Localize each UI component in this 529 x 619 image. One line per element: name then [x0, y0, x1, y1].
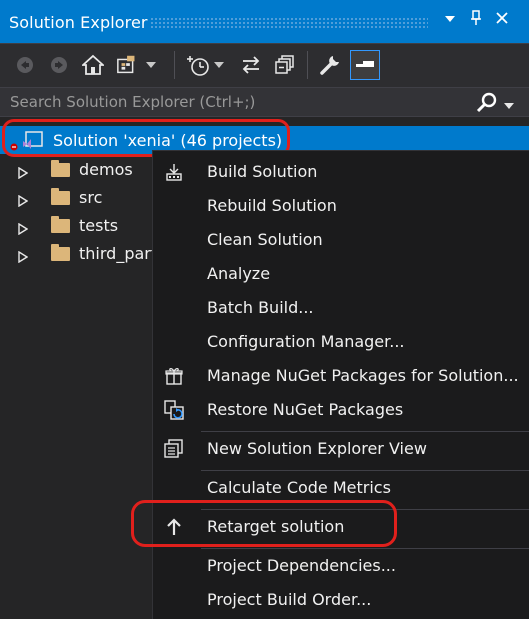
history-icon[interactable]	[186, 53, 210, 77]
menu-item-label: Calculate Code Metrics	[207, 478, 391, 497]
toolbar-separator	[174, 51, 175, 79]
menu-item-batch-build[interactable]: Batch Build...	[153, 292, 529, 324]
folder-icon	[51, 216, 70, 233]
menu-item-label: Build Solution	[207, 162, 318, 181]
search-options-dropdown-icon[interactable]	[503, 96, 517, 109]
menu-item-build-solution[interactable]: Build Solution	[153, 156, 529, 188]
menu-item-project-dependencies[interactable]: Project Dependencies...	[153, 550, 529, 582]
menu-item-analyze[interactable]: Analyze	[153, 258, 529, 290]
new-view-icon	[163, 438, 185, 460]
back-icon[interactable]	[13, 53, 37, 77]
up-arrow-icon	[163, 516, 185, 538]
build-icon	[163, 161, 185, 183]
folder-icon	[51, 160, 70, 177]
home-icon[interactable]	[81, 53, 105, 77]
tree-folder-label: demos	[79, 160, 133, 179]
collapse-indicator-icon[interactable]	[10, 136, 18, 151]
menu-item-manage-nuget[interactable]: Manage NuGet Packages for Solution...	[153, 360, 529, 392]
tree-folder-tests[interactable]: tests	[0, 212, 160, 240]
window-title: Solution Explorer	[9, 13, 148, 32]
forward-icon[interactable]	[47, 53, 71, 77]
nuget-gift-icon	[163, 365, 185, 387]
solution-explorer-toolbar	[0, 44, 529, 87]
folder-icon	[51, 188, 70, 205]
menu-item-rebuild-solution[interactable]: Rebuild Solution	[153, 190, 529, 222]
expand-arrow-icon[interactable]	[18, 248, 29, 267]
tree-folder-label: tests	[79, 216, 119, 235]
pin-icon[interactable]	[466, 10, 486, 32]
expand-arrow-icon[interactable]	[18, 164, 29, 183]
history-dropdown-icon[interactable]	[212, 53, 226, 77]
preview-icon[interactable]	[350, 50, 380, 80]
window-title-bar: Solution Explorer	[0, 0, 529, 44]
dropdown-arrow-icon[interactable]	[440, 10, 460, 32]
expand-arrow-icon[interactable]	[18, 192, 29, 211]
solution-icon	[21, 129, 43, 151]
menu-item-label: Manage NuGet Packages for Solution...	[207, 366, 519, 385]
menu-item-label: Project Dependencies...	[207, 556, 396, 575]
title-grip[interactable]	[150, 17, 428, 28]
sync-icon[interactable]	[239, 53, 263, 77]
menu-item-retarget-solution[interactable]: Retarget solution	[153, 511, 529, 543]
tree-folder-src[interactable]: src	[0, 184, 160, 212]
restore-icon	[163, 399, 185, 421]
switch-views-dropdown-icon[interactable]	[144, 53, 158, 77]
menu-item-label: Batch Build...	[207, 298, 314, 317]
menu-item-calculate-code-metrics[interactable]: Calculate Code Metrics	[153, 472, 529, 504]
menu-item-label: Analyze	[207, 264, 271, 283]
search-icon[interactable]	[476, 92, 498, 114]
close-icon[interactable]	[492, 10, 512, 32]
menu-item-clean-solution[interactable]: Clean Solution	[153, 224, 529, 256]
menu-item-label: Project Build Order...	[207, 590, 372, 609]
tree-folder-label: third_part	[79, 244, 158, 263]
menu-item-label: New Solution Explorer View	[207, 439, 427, 458]
menu-separator	[201, 548, 529, 549]
switch-views-icon[interactable]	[116, 53, 140, 77]
menu-item-label: Rebuild Solution	[207, 196, 337, 215]
menu-item-new-solution-explorer-view[interactable]: New Solution Explorer View	[153, 433, 529, 465]
menu-item-label: Clean Solution	[207, 230, 323, 249]
context-menu: Build Solution Rebuild Solution Clean So…	[152, 150, 529, 619]
tree-folder-label: src	[79, 188, 103, 207]
menu-item-label: Configuration Manager...	[207, 332, 405, 351]
search-box	[0, 87, 529, 117]
folder-icon	[51, 244, 70, 261]
tree-folder-third-party[interactable]: third_part	[0, 240, 160, 268]
menu-separator	[201, 431, 529, 432]
menu-separator	[201, 470, 529, 471]
menu-item-restore-nuget[interactable]: Restore NuGet Packages	[153, 394, 529, 426]
search-input[interactable]	[6, 91, 474, 113]
menu-separator	[201, 509, 529, 510]
tree-folder-demos[interactable]: demos	[0, 156, 160, 184]
menu-item-label: Restore NuGet Packages	[207, 400, 404, 419]
properties-wrench-icon[interactable]	[318, 53, 342, 77]
solution-root-label: Solution 'xenia' (46 projects)	[53, 131, 283, 150]
menu-item-configuration-manager[interactable]: Configuration Manager...	[153, 326, 529, 358]
expand-arrow-icon[interactable]	[18, 220, 29, 239]
menu-item-label: Retarget solution	[207, 517, 345, 536]
collapse-all-icon[interactable]	[273, 53, 297, 77]
menu-item-project-build-order[interactable]: Project Build Order...	[153, 584, 529, 616]
toolbar-separator	[307, 51, 308, 79]
